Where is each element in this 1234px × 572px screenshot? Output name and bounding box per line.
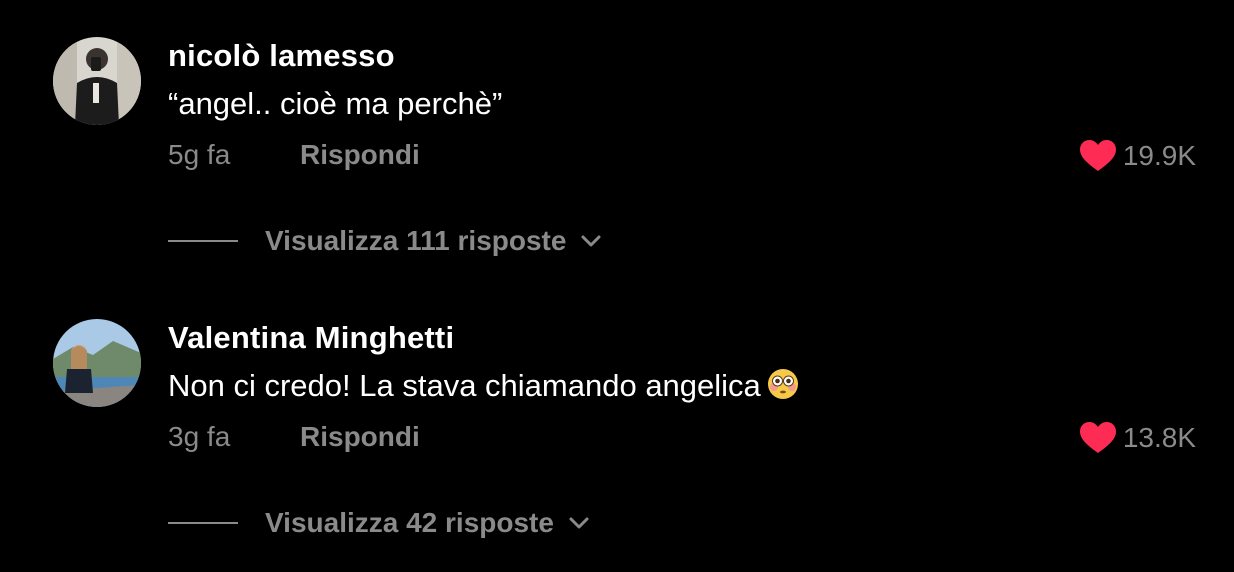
view-replies-button[interactable]: Visualizza 111 risposte — [168, 224, 602, 258]
comment-timestamp: 5g fa — [168, 139, 231, 170]
view-replies-label: Visualizza 111 risposte — [265, 225, 567, 256]
comment-item: nicolò lamesso “angel.. cioè ma perchè” … — [0, 0, 1234, 282]
like-button[interactable]: 13.8K — [1079, 420, 1196, 456]
comment-username[interactable]: nicolò lamesso — [168, 38, 395, 74]
comment-text: Non ci credo! La stava chiamando angelic… — [168, 368, 799, 404]
comment-item: Valentina Minghetti Non ci credo! La sta… — [0, 282, 1234, 564]
reply-button[interactable]: Rispondi — [300, 139, 420, 171]
avatar[interactable] — [53, 37, 141, 125]
comment-text: “angel.. cioè ma perchè” — [168, 86, 503, 121]
view-replies-button[interactable]: Visualizza 42 risposte — [168, 506, 590, 540]
heart-icon — [1079, 422, 1116, 453]
comment-timestamp: 3g fa — [168, 421, 231, 452]
flushed-face-emoji-icon — [767, 369, 798, 399]
chevron-down-icon — [581, 235, 601, 247]
heart-icon — [1079, 140, 1116, 171]
comment-text-content: Non ci credo! La stava chiamando angelic… — [168, 368, 761, 403]
view-replies-label: Visualizza 42 risposte — [265, 507, 554, 538]
chevron-down-icon — [569, 517, 589, 529]
divider — [168, 240, 238, 242]
like-count: 13.8K — [1122, 422, 1196, 453]
reply-button[interactable]: Rispondi — [300, 421, 420, 453]
like-button[interactable]: 19.9K — [1079, 138, 1196, 174]
comment-username[interactable]: Valentina Minghetti — [168, 320, 454, 356]
avatar[interactable] — [53, 319, 141, 407]
like-count: 19.9K — [1122, 140, 1196, 171]
divider — [168, 522, 238, 524]
